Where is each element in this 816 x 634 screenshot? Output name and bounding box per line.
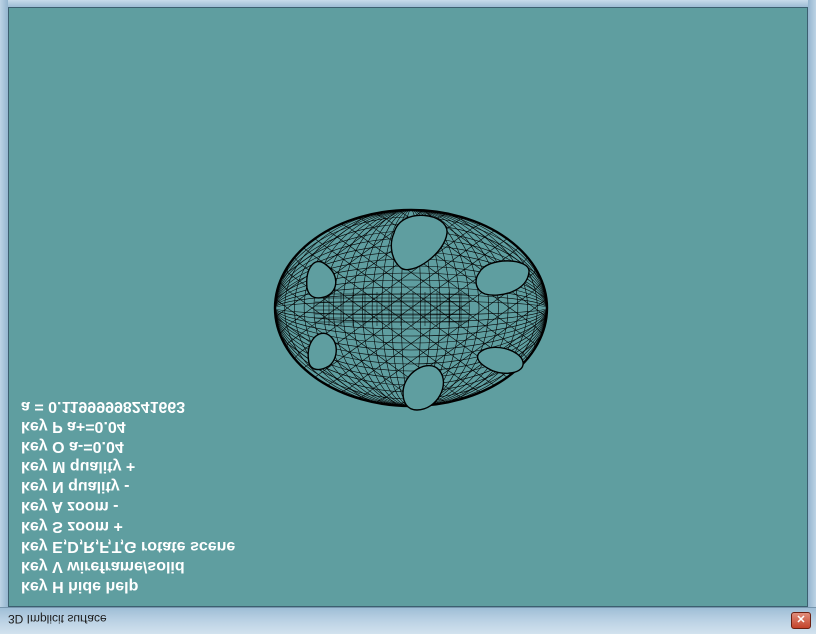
window-frame-left xyxy=(0,0,8,634)
help-line-a-minus: key O a-=0.04 xyxy=(21,438,124,455)
close-button[interactable]: ✕ xyxy=(791,612,811,629)
help-line-zoom-in: key S zoom + xyxy=(21,518,123,535)
window-titlebar[interactable]: 3D Implicit surface ✕ xyxy=(0,607,816,634)
window-title: 3D Implicit surface xyxy=(8,612,107,626)
help-line-zoom-out: key A zoom - xyxy=(21,498,119,515)
close-icon: ✕ xyxy=(796,614,806,626)
help-line-hide: key H hide help xyxy=(21,578,139,595)
help-line-quality-down: key N quality - xyxy=(21,478,130,495)
window-frame-right xyxy=(808,0,816,634)
help-overlay: key H hide help key V wireframe/solid ke… xyxy=(9,8,807,606)
opengl-viewport[interactable]: key H hide help key V wireframe/solid ke… xyxy=(8,7,808,607)
window-frame-top xyxy=(0,0,816,7)
help-line-a-value: a = 0.11999998241663 xyxy=(21,398,186,415)
help-line-rotate: key E,D,R,F,T,G rotate scene xyxy=(21,538,236,555)
help-line-wireframe: key V wireframe/solid xyxy=(21,558,185,575)
help-line-a-plus: key P a+=0.04 xyxy=(21,418,126,435)
help-line-quality-up: key M quality + xyxy=(21,458,136,475)
